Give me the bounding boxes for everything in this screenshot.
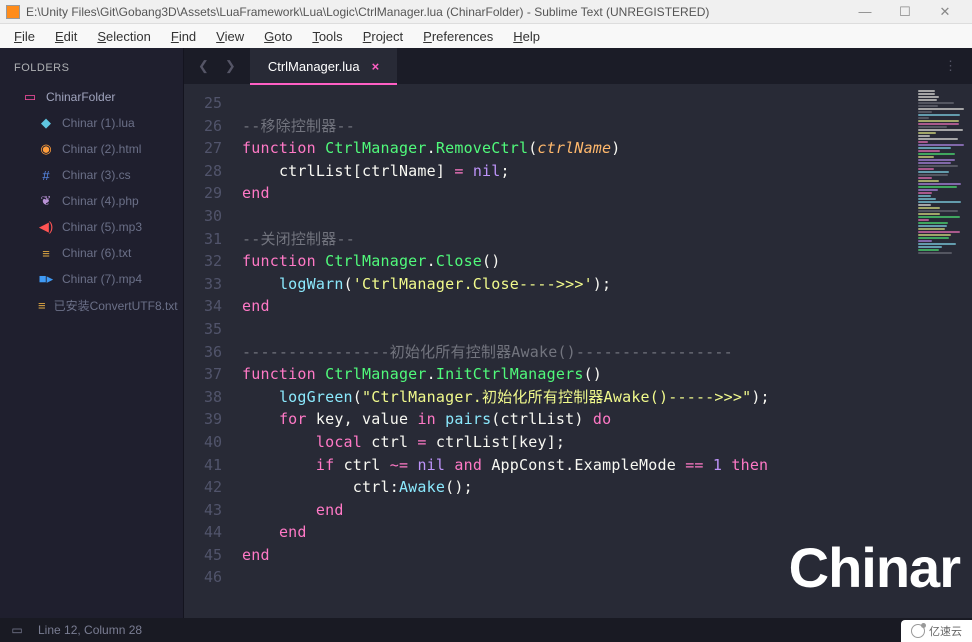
- mp3-icon: ◀): [38, 219, 54, 235]
- menu-find[interactable]: Find: [163, 27, 204, 46]
- tab-next-button[interactable]: ❯: [219, 54, 242, 78]
- sidebar-folder-label: ChinarFolder: [46, 90, 115, 104]
- txt-icon: ≡: [38, 245, 54, 261]
- tab-nav: ❮ ❯: [184, 54, 250, 78]
- sidebar-item[interactable]: # Chinar (3).cs: [0, 162, 183, 188]
- folder-icon: ▭: [22, 89, 38, 105]
- sidebar-item[interactable]: ■▸ Chinar (7).mp4: [0, 266, 183, 292]
- minimize-button[interactable]: —: [852, 4, 878, 20]
- app-icon: [6, 5, 20, 19]
- menu-help[interactable]: Help: [505, 27, 548, 46]
- tabs: CtrlManager.lua ×: [250, 48, 930, 84]
- menu-goto[interactable]: Goto: [256, 27, 300, 46]
- sidebar-item-label: Chinar (1).lua: [62, 116, 135, 130]
- line-gutter: 2526272829303132333435363738394041424344…: [184, 84, 232, 618]
- sidebar-item-label: Chinar (3).cs: [62, 168, 131, 182]
- menu-view[interactable]: View: [208, 27, 252, 46]
- tab-prev-button[interactable]: ❮: [192, 54, 215, 78]
- sidebar-item[interactable]: ◆ Chinar (1).lua: [0, 110, 183, 136]
- editor-area: ❮ ❯ CtrlManager.lua × ⋮ 2526272829303132…: [184, 48, 972, 618]
- close-button[interactable]: ✕: [932, 4, 958, 20]
- sidebar-item-label: Chinar (7).mp4: [62, 272, 142, 286]
- tab-ctrlmanager[interactable]: CtrlManager.lua ×: [250, 48, 397, 84]
- menu-selection[interactable]: Selection: [89, 27, 158, 46]
- minimap-content: [918, 90, 966, 255]
- menu-edit[interactable]: Edit: [47, 27, 85, 46]
- sidebar-item[interactable]: ≡ 已安装ConvertUTF8.txt: [0, 292, 183, 319]
- tab-overflow-button[interactable]: ⋮: [930, 58, 972, 74]
- sidebar-item-label: Chinar (5).mp3: [62, 220, 142, 234]
- corner-logo: 亿速云: [901, 620, 972, 642]
- sidebar-header: FOLDERS: [0, 58, 183, 84]
- menu-project[interactable]: Project: [355, 27, 411, 46]
- sidebar-item[interactable]: ≡ Chinar (6).txt: [0, 240, 183, 266]
- sidebar-item-label: 已安装ConvertUTF8.txt: [54, 297, 178, 314]
- sidebar-item[interactable]: ◉ Chinar (2).html: [0, 136, 183, 162]
- sidebar-item[interactable]: ❦ Chinar (4).php: [0, 188, 183, 214]
- code-content[interactable]: --移除控制器--function CtrlManager.RemoveCtrl…: [232, 84, 912, 618]
- menu-tools[interactable]: Tools: [304, 27, 350, 46]
- tab-close-icon[interactable]: ×: [372, 59, 380, 74]
- status-bar: ▭ Line 12, Column 28 Spaces: 4: [0, 618, 972, 642]
- sidebar: FOLDERS ▭ ChinarFolder ◆ Chinar (1).lua ◉ C…: [0, 48, 184, 618]
- window-title: E:\Unity Files\Git\Gobang3D\Assets\LuaFr…: [26, 5, 852, 19]
- corner-label: 亿速云: [929, 623, 962, 639]
- sidebar-item-label: Chinar (6).txt: [62, 246, 131, 260]
- status-position[interactable]: Line 12, Column 28: [38, 623, 142, 637]
- title-bar: E:\Unity Files\Git\Gobang3D\Assets\LuaFr…: [0, 0, 972, 24]
- logo-icon: [911, 624, 925, 638]
- menu-bar: File Edit Selection Find View Goto Tools…: [0, 24, 972, 48]
- sidebar-item-label: Chinar (2).html: [62, 142, 141, 156]
- minimap[interactable]: [912, 84, 972, 618]
- cs-icon: #: [38, 167, 54, 183]
- menu-file[interactable]: File: [6, 27, 43, 46]
- menu-preferences[interactable]: Preferences: [415, 27, 501, 46]
- panel-toggle-icon[interactable]: ▭: [10, 623, 24, 637]
- sidebar-folder[interactable]: ▭ ChinarFolder: [0, 84, 183, 110]
- window-buttons: — ☐ ✕: [852, 4, 966, 20]
- html-icon: ◉: [38, 141, 54, 157]
- other-icon: ≡: [38, 298, 46, 314]
- file-tree: ◆ Chinar (1).lua ◉ Chinar (2).html # Chinar (…: [0, 110, 183, 319]
- tab-bar: ❮ ❯ CtrlManager.lua × ⋮: [184, 48, 972, 84]
- mp4-icon: ■▸: [38, 271, 54, 287]
- main-area: FOLDERS ▭ ChinarFolder ◆ Chinar (1).lua ◉ C…: [0, 48, 972, 618]
- php-icon: ❦: [38, 193, 54, 209]
- code-area[interactable]: 2526272829303132333435363738394041424344…: [184, 84, 972, 618]
- sidebar-item[interactable]: ◀) Chinar (5).mp3: [0, 214, 183, 240]
- maximize-button[interactable]: ☐: [892, 4, 918, 20]
- tab-label: CtrlManager.lua: [268, 59, 360, 74]
- lua-icon: ◆: [38, 115, 54, 131]
- sidebar-item-label: Chinar (4).php: [62, 194, 139, 208]
